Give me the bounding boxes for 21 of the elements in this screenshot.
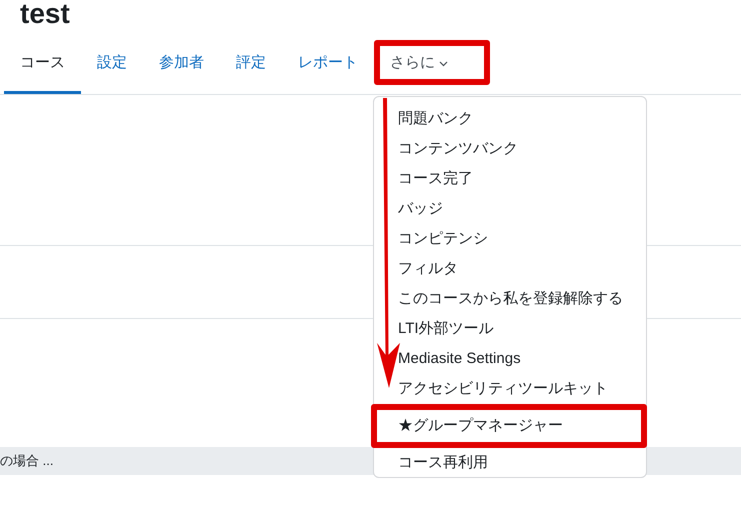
- more-dropdown-tab[interactable]: さらに: [374, 35, 464, 94]
- menu-item[interactable]: 問題バンク: [374, 104, 646, 134]
- menu-item[interactable]: Mediasite Settings: [374, 344, 646, 374]
- menu-item[interactable]: LTI外部ツール: [374, 314, 646, 344]
- menu-item[interactable]: このコースから私を登録解除する: [374, 284, 646, 314]
- nav-tab[interactable]: 参加者: [143, 35, 220, 94]
- menu-item[interactable]: フィルタ: [374, 254, 646, 284]
- caret-icon: [439, 61, 448, 67]
- nav-tab[interactable]: 設定: [81, 35, 143, 94]
- nav-tab[interactable]: レポート: [282, 35, 374, 94]
- menu-item[interactable]: コンテンツバンク: [374, 134, 646, 164]
- nav-tab[interactable]: 評定: [220, 35, 282, 94]
- footer-text: の場合 ...: [0, 452, 54, 470]
- menu-item[interactable]: コース完了: [374, 164, 646, 194]
- menu-item[interactable]: コンピテンシ: [374, 224, 646, 254]
- menu-item[interactable]: コース再利用: [374, 448, 646, 478]
- menu-item[interactable]: バッジ: [374, 194, 646, 224]
- highlighted-menu-item[interactable]: ★グループマネージャー: [371, 404, 647, 448]
- page-title: test: [20, 0, 70, 28]
- nav-tab[interactable]: コース: [4, 35, 81, 94]
- menu-item[interactable]: アクセシビリティツールキット: [374, 374, 646, 404]
